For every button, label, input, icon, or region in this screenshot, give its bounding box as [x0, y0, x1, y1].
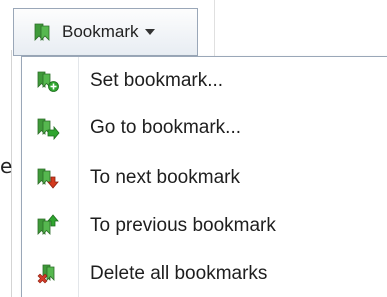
chevron-down-icon	[144, 29, 155, 35]
bookmark-dropdown-button[interactable]: Bookmark	[13, 8, 198, 56]
menu-item-label: Delete all bookmarks	[90, 263, 268, 284]
menu-item-previous-bookmark[interactable]: To previous bookmark	[22, 204, 387, 248]
menu-item-go-to-bookmark[interactable]: Go to bookmark...	[22, 106, 387, 150]
bookmark-icon	[32, 21, 54, 43]
bookmark-add-icon	[36, 69, 60, 93]
bookmark-delete-icon	[36, 262, 60, 286]
menu-item-label: Set bookmark...	[90, 70, 224, 91]
bookmark-next-icon	[36, 166, 60, 190]
bookmark-previous-icon	[36, 214, 60, 238]
menu-item-set-bookmark[interactable]: Set bookmark...	[22, 59, 387, 103]
menu-item-label: To next bookmark	[90, 167, 240, 188]
toolbar-separator	[214, 0, 215, 57]
bookmark-button-label: Bookmark	[62, 22, 139, 41]
bookmark-menu: Set bookmark... Go to bookmark... To nex…	[21, 56, 387, 297]
menu-item-delete-all-bookmarks[interactable]: Delete all bookmarks	[22, 252, 387, 296]
menu-item-next-bookmark[interactable]: To next bookmark	[22, 156, 387, 200]
bookmark-goto-icon	[36, 116, 60, 140]
menu-item-label: To previous bookmark	[90, 215, 276, 236]
background-text-fragment: e	[0, 154, 13, 178]
menu-item-label: Go to bookmark...	[90, 117, 242, 138]
